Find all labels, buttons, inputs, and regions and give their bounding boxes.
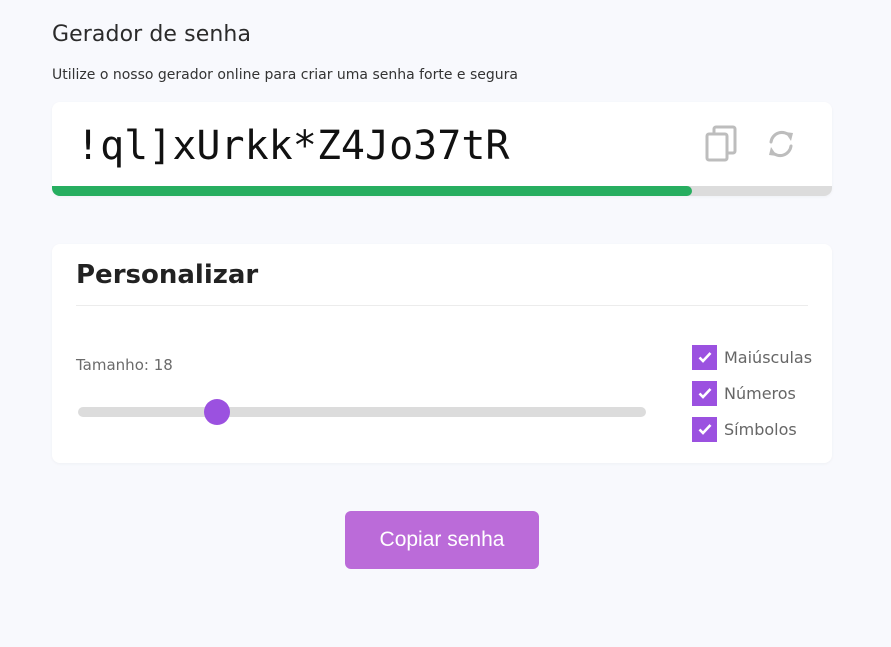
check-icon: [698, 352, 711, 363]
option-label: Maiúsculas: [724, 347, 813, 367]
refresh-icon-button[interactable]: [761, 122, 801, 166]
customize-title: Personalizar: [76, 260, 259, 290]
strength-bar: [52, 186, 832, 196]
option-label: Símbolos: [724, 419, 797, 439]
refresh-icon: [769, 130, 793, 158]
option-numbers[interactable]: Números: [692, 375, 812, 411]
divider: [76, 305, 808, 306]
page-title: Gerador de senha: [52, 22, 252, 47]
slider-thumb[interactable]: [204, 399, 231, 425]
copy-icon-button[interactable]: [702, 122, 742, 166]
length-slider[interactable]: [78, 399, 646, 425]
checkbox-symbols[interactable]: [692, 416, 717, 442]
length-label: Tamanho: 18: [76, 356, 173, 374]
option-symbols[interactable]: Símbolos: [692, 411, 812, 447]
page-subtitle: Utilize o nosso gerador online para cria…: [52, 67, 518, 83]
check-icon: [698, 388, 711, 399]
check-icon: [698, 424, 711, 435]
password-card: [52, 102, 832, 196]
option-label: Números: [724, 383, 796, 403]
customize-card: Personalizar Tamanho: 18 Maiúsculas Núme…: [52, 244, 832, 463]
copy-password-button[interactable]: Copiar senha: [345, 511, 539, 569]
options-list: Maiúsculas Números Símbolos: [692, 339, 812, 447]
strength-bar-fill: [52, 186, 692, 196]
checkbox-numbers[interactable]: [692, 380, 717, 406]
password-field[interactable]: [76, 120, 676, 172]
checkbox-uppercase[interactable]: [692, 344, 717, 370]
copy-icon: [705, 125, 737, 162]
option-uppercase[interactable]: Maiúsculas: [692, 339, 812, 375]
